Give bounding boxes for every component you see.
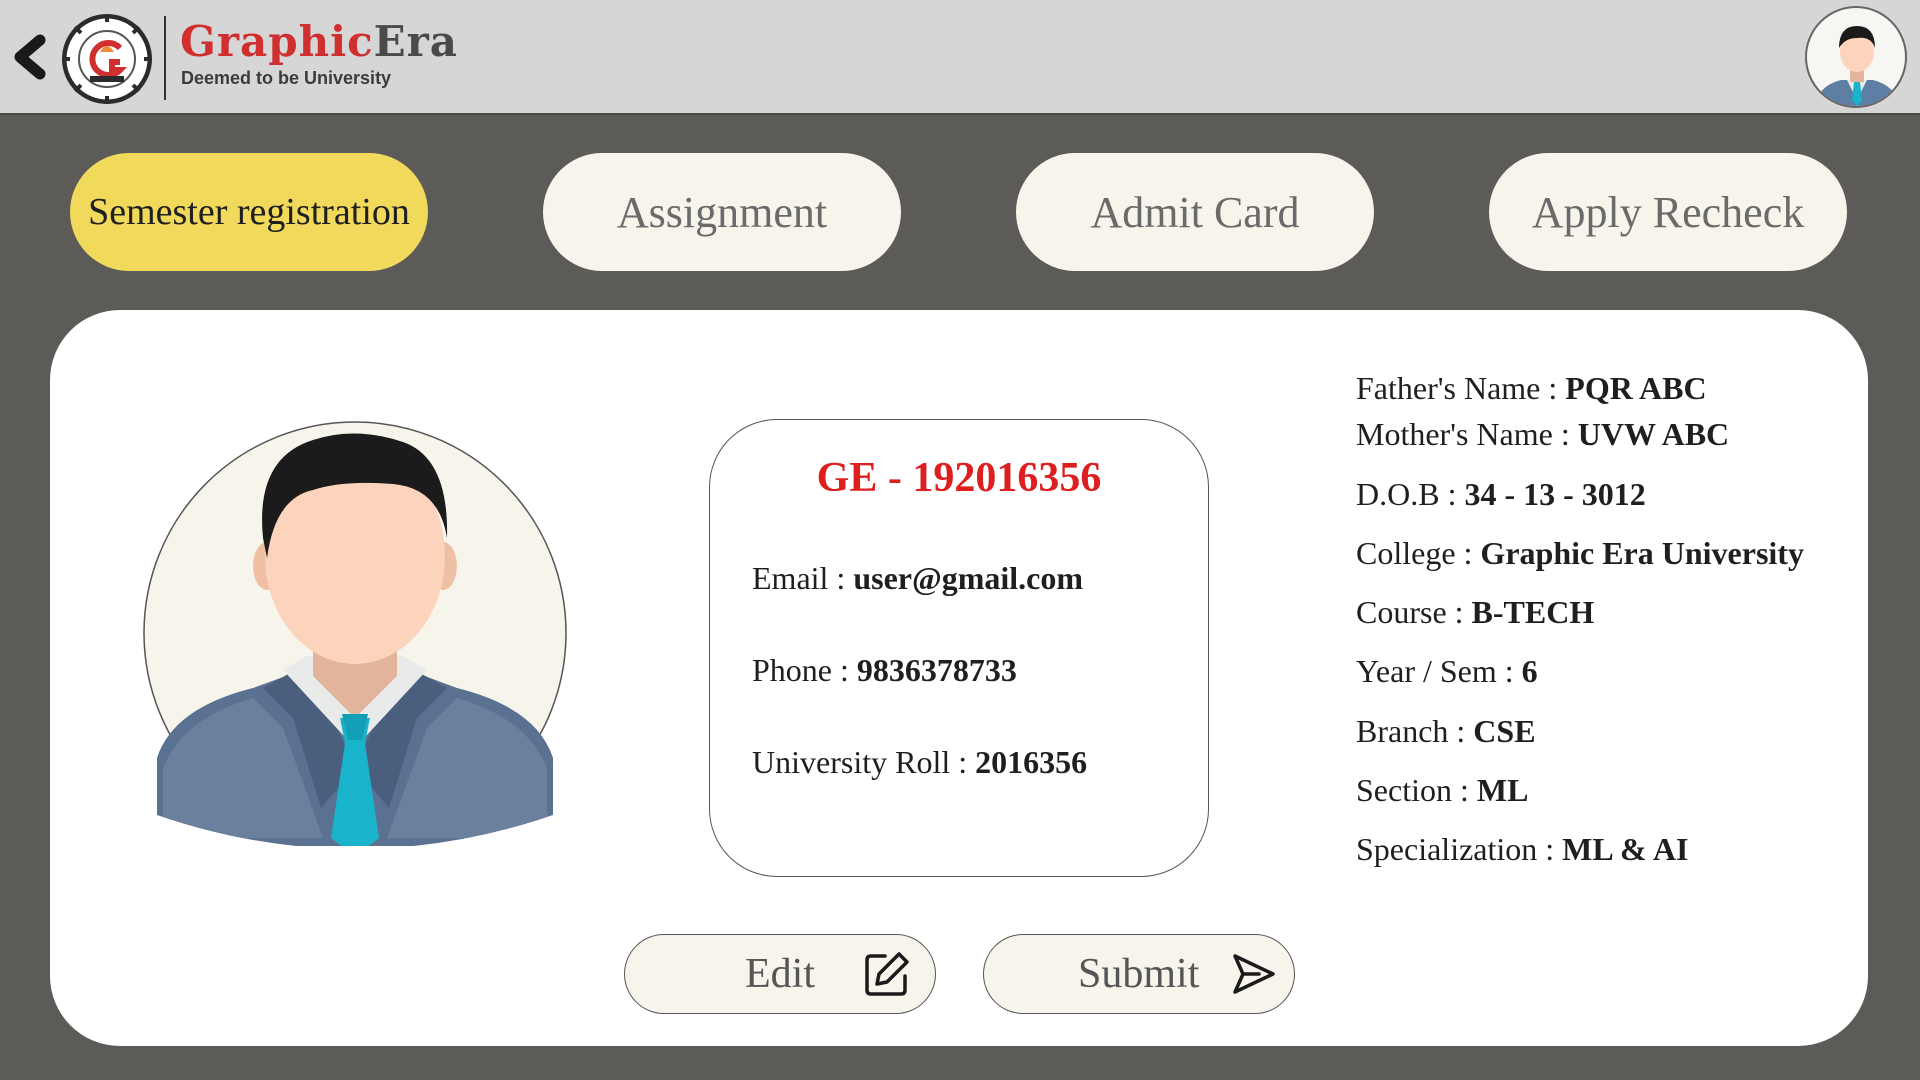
detail-value: ML & AI bbox=[1562, 831, 1689, 867]
chevron-left-icon bbox=[14, 34, 46, 80]
detail-label: Year / Sem : bbox=[1356, 653, 1522, 689]
detail-value: Graphic Era University bbox=[1480, 535, 1804, 571]
app-header: GraphicEra Deemed to be University bbox=[0, 0, 1920, 115]
detail-college: College : Graphic Era University bbox=[1356, 535, 1804, 572]
tab-semester-registration[interactable]: Semester registration bbox=[70, 153, 428, 271]
detail-specialization: Specialization : ML & AI bbox=[1356, 831, 1688, 868]
tab-label: Semester registration bbox=[88, 191, 410, 233]
detail-value: B-TECH bbox=[1471, 594, 1595, 630]
detail-label: Section : bbox=[1356, 772, 1477, 808]
detail-label: Specialization : bbox=[1356, 831, 1563, 867]
university-seal-logo bbox=[60, 12, 154, 106]
roll-label: University Roll : bbox=[752, 744, 976, 780]
detail-course: Course : B-TECH bbox=[1356, 594, 1594, 631]
detail-section: Section : ML bbox=[1356, 772, 1528, 809]
student-photo bbox=[143, 418, 567, 849]
detail-value: 34 - 13 - 3012 bbox=[1464, 476, 1646, 512]
detail-value: ML bbox=[1476, 772, 1529, 808]
logo-divider bbox=[164, 16, 166, 100]
brand-tagline: Deemed to be University bbox=[181, 68, 392, 88]
tab-label: Assignment bbox=[616, 187, 828, 237]
tab-label: Apply Recheck bbox=[1531, 187, 1805, 237]
brand-part1: Graphic bbox=[180, 17, 374, 66]
edit-button[interactable]: Edit bbox=[624, 934, 936, 1014]
edit-pencil-icon bbox=[865, 952, 909, 996]
roll-row: University Roll : 2016356 bbox=[752, 744, 1087, 781]
profile-avatar-button[interactable] bbox=[1805, 6, 1907, 108]
detail-year-sem: Year / Sem : 6 bbox=[1356, 653, 1538, 690]
student-id-number: GE - 192016356 bbox=[816, 455, 1102, 501]
submit-button[interactable]: Submit bbox=[983, 934, 1295, 1014]
back-button[interactable] bbox=[10, 32, 50, 82]
detail-dob: D.O.B : 34 - 13 - 3012 bbox=[1356, 476, 1646, 513]
detail-mothers-name: Mother's Name : UVW ABC bbox=[1356, 416, 1729, 453]
tab-admit-card[interactable]: Admit Card bbox=[1016, 153, 1374, 271]
detail-value: CSE bbox=[1473, 713, 1536, 749]
brand-part2: Era bbox=[373, 17, 459, 66]
detail-label: Father's Name : bbox=[1356, 370, 1566, 406]
tab-label: Admit Card bbox=[1090, 187, 1300, 237]
detail-value: 6 bbox=[1521, 653, 1538, 689]
detail-value: PQR ABC bbox=[1565, 370, 1707, 406]
tab-apply-recheck[interactable]: Apply Recheck bbox=[1489, 153, 1847, 271]
submit-button-label: Submit bbox=[1078, 951, 1200, 997]
phone-label: Phone : bbox=[752, 652, 857, 688]
detail-label: Branch : bbox=[1356, 713, 1474, 749]
detail-label: College : bbox=[1356, 535, 1481, 571]
email-row: Email : user@gmail.com bbox=[752, 560, 1083, 597]
detail-label: Course : bbox=[1356, 594, 1472, 630]
detail-branch: Branch : CSE bbox=[1356, 713, 1536, 750]
email-value: user@gmail.com bbox=[853, 560, 1084, 596]
email-label: Email : bbox=[752, 560, 854, 596]
roll-value: 2016356 bbox=[975, 744, 1088, 780]
edit-button-label: Edit bbox=[745, 951, 815, 997]
user-avatar-icon bbox=[1815, 26, 1899, 106]
detail-label: Mother's Name : bbox=[1356, 416, 1578, 452]
detail-value: UVW ABC bbox=[1577, 416, 1730, 452]
detail-fathers-name: Father's Name : PQR ABC bbox=[1356, 370, 1707, 407]
brand-name: GraphicEra bbox=[180, 18, 458, 66]
phone-value: 9836378733 bbox=[856, 652, 1017, 688]
send-arrow-icon bbox=[1233, 954, 1275, 994]
detail-label: D.O.B : bbox=[1356, 476, 1465, 512]
phone-row: Phone : 9836378733 bbox=[752, 652, 1017, 689]
student-id-card: GE - 192016356 Email : user@gmail.com Ph… bbox=[709, 419, 1209, 877]
tab-assignment[interactable]: Assignment bbox=[543, 153, 901, 271]
